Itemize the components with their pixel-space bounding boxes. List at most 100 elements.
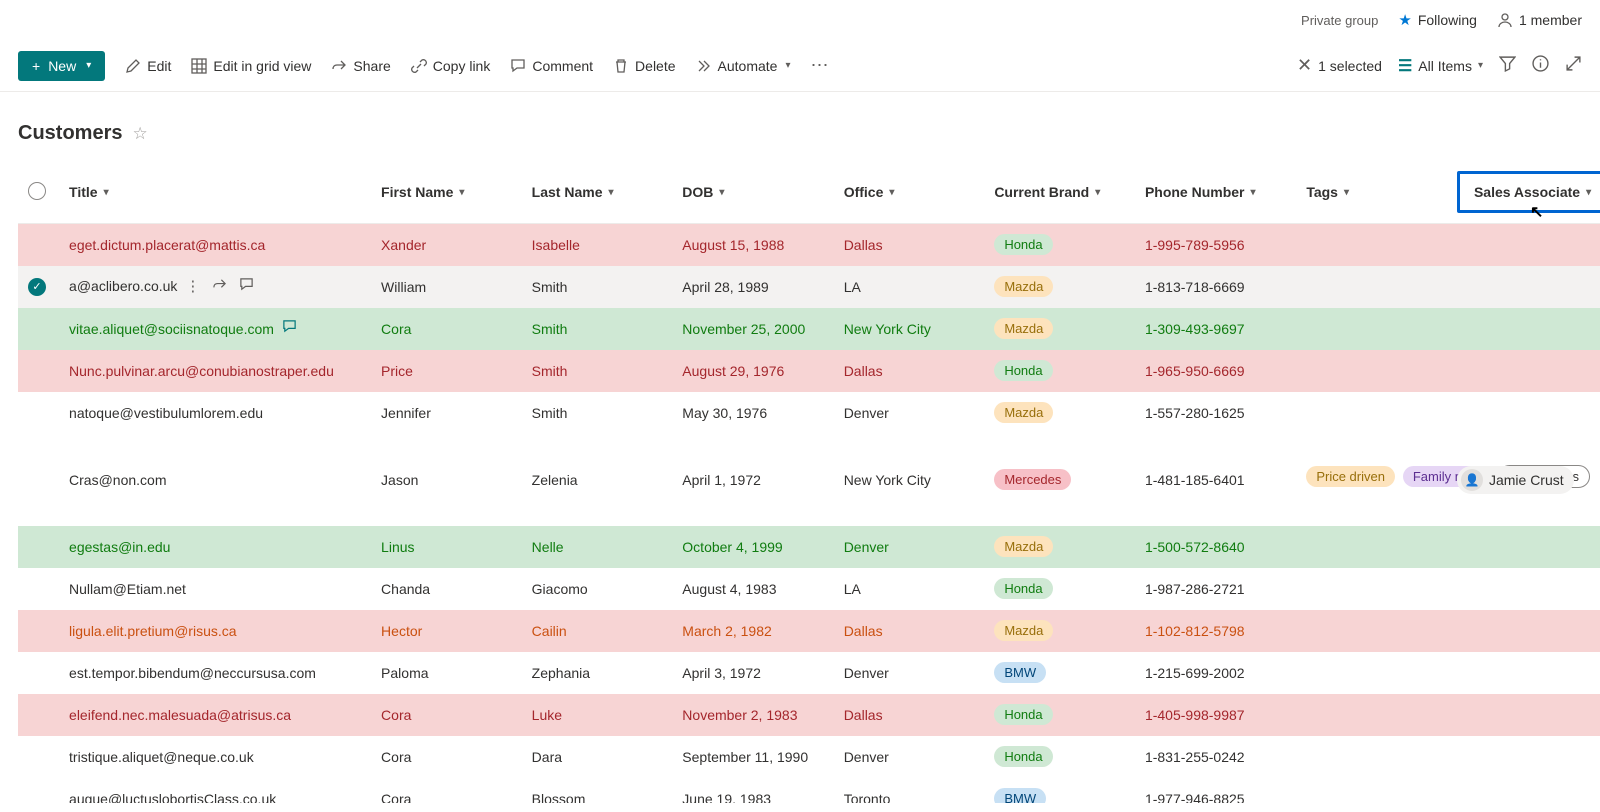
cell-title[interactable]: eget.dictum.placerat@mattis.ca <box>69 237 265 253</box>
chevron-down-icon: ▾ <box>1478 60 1483 71</box>
cell-title[interactable]: egestas@in.edu <box>69 539 170 555</box>
col-phone[interactable]: Phone Number▾ <box>1145 184 1256 200</box>
topbar: Private group ★ Following 1 member <box>0 0 1600 40</box>
automate-button[interactable]: Automate <box>696 58 791 74</box>
cell-title[interactable]: est.tempor.bibendum@neccursusa.com <box>69 665 316 681</box>
table-row[interactable]: Cras@non.comJasonZeleniaApril 1, 1972New… <box>18 434 1600 526</box>
cell-title[interactable]: augue@luctuslobortisClass.co.uk <box>69 791 276 804</box>
copy-link-button[interactable]: Copy link <box>411 58 491 74</box>
star-icon: ★ <box>1398 11 1411 29</box>
table-row[interactable]: natoque@vestibulumlorem.eduJenniferSmith… <box>18 392 1600 434</box>
favorite-button[interactable]: ☆ <box>132 124 147 144</box>
select-all-header[interactable] <box>18 161 61 224</box>
col-current-brand[interactable]: Current Brand▾ <box>994 184 1100 200</box>
brand-pill[interactable]: Mazda <box>994 318 1053 339</box>
view-name: All Items <box>1418 58 1472 74</box>
table-row[interactable]: eget.dictum.placerat@mattis.ca XanderIsab… <box>18 224 1600 266</box>
cell-first-name: Price <box>373 350 524 392</box>
delete-label: Delete <box>635 58 675 74</box>
table-row[interactable]: eleifend.nec.malesuada@atrisus.caCoraLuk… <box>18 694 1600 736</box>
table-row[interactable]: ✓a@aclibero.co.uk⋮WilliamSmithApril 28, … <box>18 266 1600 308</box>
brand-pill[interactable]: Honda <box>994 360 1052 381</box>
cell-title[interactable]: natoque@vestibulumlorem.edu <box>69 405 263 421</box>
cell-first-name: Cora <box>373 308 524 350</box>
brand-pill[interactable]: Honda <box>994 746 1052 767</box>
table-row[interactable]: augue@luctuslobortisClass.co.ukCoraBloss… <box>18 778 1600 804</box>
grid-scroll[interactable]: Title▾ First Name▾ Last Name▾ DOB▾ Offic… <box>0 161 1600 803</box>
col-last-name[interactable]: Last Name▾ <box>532 184 614 200</box>
share-button[interactable]: Share <box>331 58 390 74</box>
table-row[interactable]: ligula.elit.pretium@risus.caHectorCailin… <box>18 610 1600 652</box>
brand-pill[interactable]: Mazda <box>994 620 1053 641</box>
col-sales-associate[interactable]: Sales Associate▾↖ <box>1457 171 1600 213</box>
comment-button[interactable]: Comment <box>510 58 593 74</box>
cell-phone: 1-481-185-6401 <box>1137 434 1298 526</box>
cell-title[interactable]: tristique.aliquet@neque.co.uk <box>69 749 254 765</box>
members-button[interactable]: 1 member <box>1497 12 1582 28</box>
brand-pill[interactable]: Honda <box>994 234 1052 255</box>
cell-office: Denver <box>836 392 987 434</box>
edit-grid-button[interactable]: Edit in grid view <box>191 58 311 74</box>
cell-phone: 1-215-699-2002 <box>1137 652 1298 694</box>
cell-title[interactable]: vitae.aliquet@sociisnatoque.com <box>69 321 274 337</box>
cell-last-name: Zelenia <box>524 434 675 526</box>
brand-pill[interactable]: Mazda <box>994 276 1053 297</box>
chevron-down-icon: ▾ <box>86 60 91 71</box>
brand-pill[interactable]: Honda <box>994 704 1052 725</box>
col-office[interactable]: Office▾ <box>844 184 895 200</box>
cell-title[interactable]: Cras@non.com <box>69 472 166 488</box>
filter-icon <box>1499 55 1516 72</box>
row-share-icon[interactable] <box>212 277 227 296</box>
brand-pill[interactable]: Mazda <box>994 402 1053 423</box>
delete-button[interactable]: Delete <box>613 58 675 74</box>
col-title[interactable]: Title▾ <box>69 184 109 200</box>
row-more-icon[interactable]: ⋮ <box>185 277 200 296</box>
new-button[interactable]: + New ▾ <box>18 51 105 81</box>
grid-icon <box>191 58 207 74</box>
table-row[interactable]: est.tempor.bibendum@neccursusa.comPaloma… <box>18 652 1600 694</box>
table-row[interactable]: Nullam@Etiam.netChandaGiacomoAugust 4, 1… <box>18 568 1600 610</box>
table-row[interactable]: tristique.aliquet@neque.co.ukCoraDaraSep… <box>18 736 1600 778</box>
trash-icon <box>613 58 629 74</box>
expand-button[interactable] <box>1565 55 1582 77</box>
cell-title[interactable]: a@aclibero.co.uk <box>69 278 177 294</box>
cell-first-name: Xander <box>373 224 524 266</box>
cell-title[interactable]: eleifend.nec.malesuada@atrisus.ca <box>69 707 291 723</box>
brand-pill[interactable]: Mercedes <box>994 469 1071 490</box>
brand-pill[interactable]: Honda <box>994 578 1052 599</box>
checkmark-icon[interactable]: ✓ <box>28 278 46 296</box>
brand-pill[interactable]: Mazda <box>994 536 1053 557</box>
cell-last-name: Isabelle <box>524 224 675 266</box>
cell-dob: November 25, 2000 <box>674 308 835 350</box>
cell-tags <box>1298 778 1449 804</box>
header-row: Title▾ First Name▾ Last Name▾ DOB▾ Offic… <box>18 161 1600 224</box>
info-button[interactable] <box>1532 55 1549 77</box>
cell-sales-associate <box>1449 652 1600 694</box>
cell-title[interactable]: Nullam@Etiam.net <box>69 581 186 597</box>
follow-toggle[interactable]: ★ Following <box>1398 11 1477 29</box>
col-tags[interactable]: Tags▾ <box>1306 184 1349 200</box>
row-comment-icon[interactable] <box>239 277 254 296</box>
cell-title[interactable]: Nunc.pulvinar.arcu@conubianostraper.edu <box>69 363 334 379</box>
col-dob[interactable]: DOB▾ <box>682 184 724 200</box>
brand-pill[interactable]: BMW <box>994 662 1046 683</box>
clear-selection[interactable]: ✕ 1 selected <box>1297 55 1382 76</box>
table-row[interactable]: vitae.aliquet@sociisnatoque.comCoraSmith… <box>18 308 1600 350</box>
associate-chip[interactable]: 👤Jamie Crust <box>1457 466 1574 494</box>
cell-phone: 1-813-718-6669 <box>1137 266 1298 308</box>
col-first-name[interactable]: First Name▾ <box>381 184 464 200</box>
cell-sales-associate <box>1449 736 1600 778</box>
brand-pill[interactable]: BMW <box>994 788 1046 803</box>
edit-label: Edit <box>147 58 171 74</box>
table-row[interactable]: Nunc.pulvinar.arcu@conubianostraper.edu P… <box>18 350 1600 392</box>
filter-button[interactable] <box>1499 55 1516 77</box>
tag-pill[interactable]: Price driven <box>1306 466 1395 487</box>
edit-button[interactable]: Edit <box>125 58 171 74</box>
row-comment-icon[interactable] <box>282 319 297 338</box>
chevron-down-icon: ▾ <box>1586 187 1591 198</box>
overflow-menu[interactable]: ⋯ <box>810 55 830 76</box>
cell-title[interactable]: ligula.elit.pretium@risus.ca <box>69 623 237 639</box>
view-switcher[interactable]: ☰ All Items ▾ <box>1398 56 1483 76</box>
table-row[interactable]: egestas@in.eduLinusNelleOctober 4, 1999D… <box>18 526 1600 568</box>
cell-tags <box>1298 224 1449 266</box>
